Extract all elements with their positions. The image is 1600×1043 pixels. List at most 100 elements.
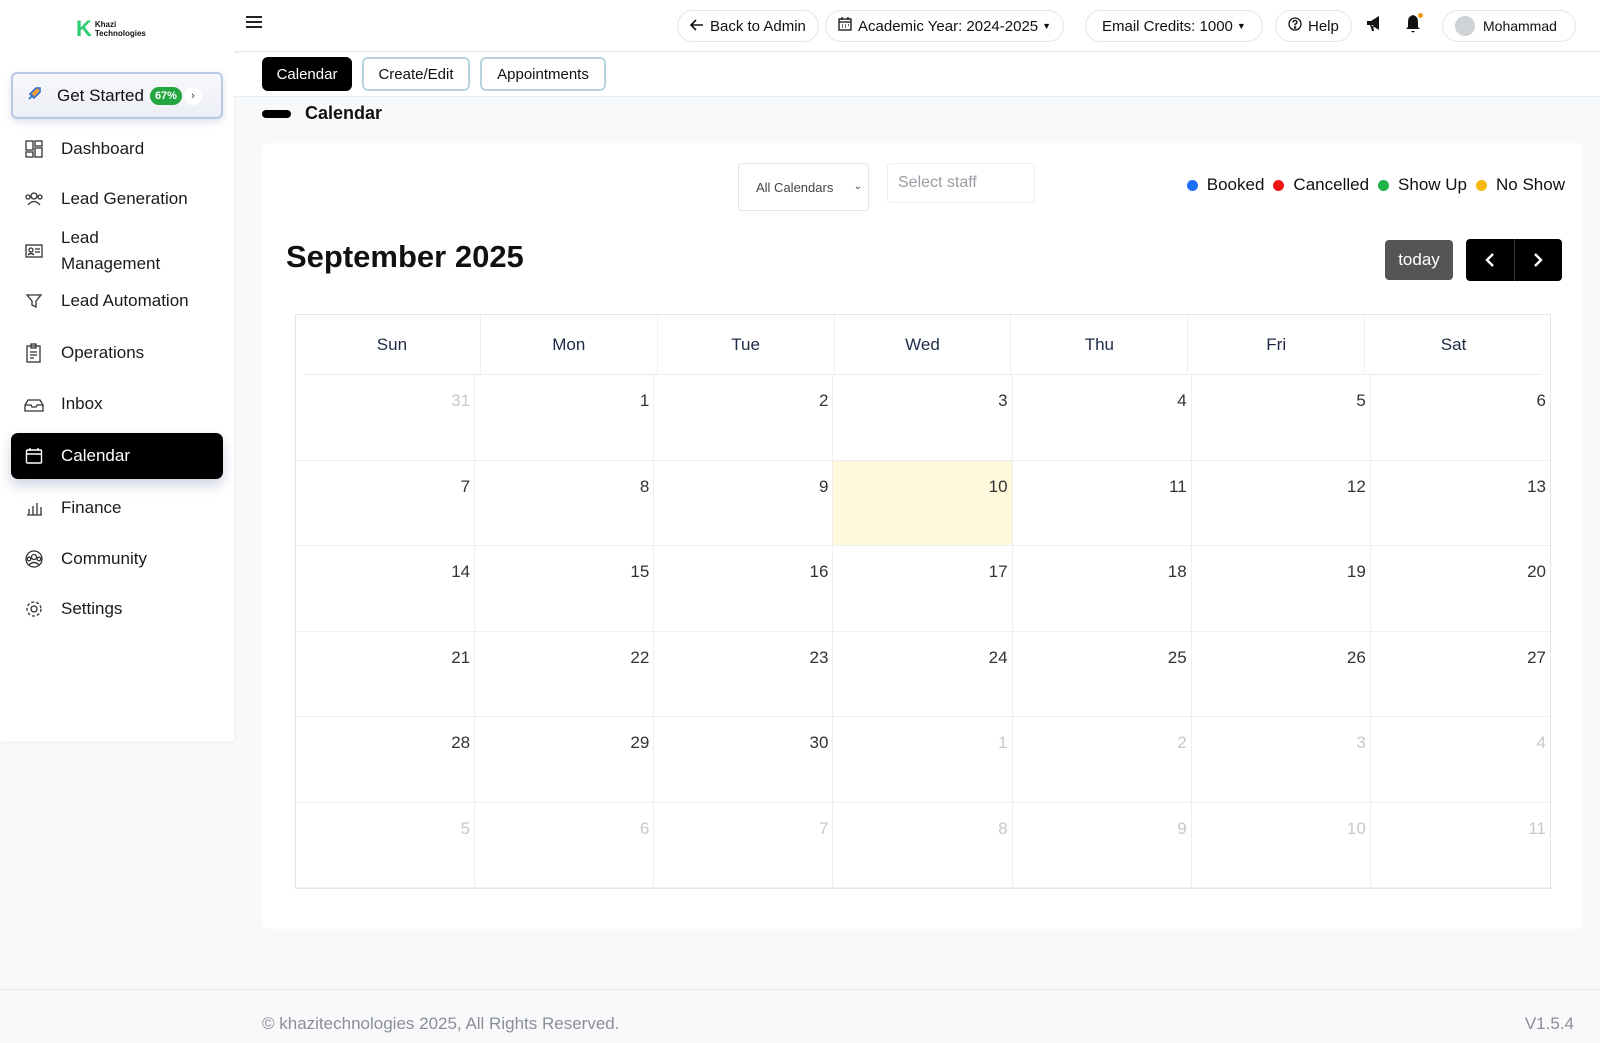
staff-select-input[interactable]: Select staff	[887, 163, 1035, 203]
chevron-right-icon[interactable]: ›	[183, 86, 202, 105]
sidebar-item-label: Operations	[61, 343, 145, 362]
day-cell[interactable]: 4	[1370, 717, 1550, 803]
help-circle-icon	[1288, 17, 1308, 35]
day-cell[interactable]: 25	[1012, 631, 1192, 717]
sidebar-item-dashboard[interactable]: Dashboard	[11, 132, 223, 166]
sidebar-item-inbox[interactable]: Inbox	[11, 387, 223, 421]
day-cell[interactable]: 2	[654, 375, 834, 461]
day-cell[interactable]: 17	[833, 546, 1013, 632]
section-accent-bar	[262, 109, 291, 118]
day-cell[interactable]: 1	[833, 717, 1013, 803]
day-cell[interactable]: 13	[1370, 461, 1550, 546]
day-cell[interactable]: 6	[1370, 375, 1550, 461]
day-cell[interactable]: 18	[1012, 546, 1192, 632]
notification-bell-icon[interactable]	[1401, 12, 1425, 36]
day-cell[interactable]: 14	[296, 546, 476, 632]
prev-month-button[interactable]	[1466, 239, 1515, 281]
sidebar-item-settings[interactable]: Settings	[11, 592, 223, 626]
day-cell[interactable]: 5	[296, 802, 476, 888]
calendar-card: All Calendars ⌄ Select staff Booked Cance…	[262, 143, 1583, 929]
day-cell[interactable]: 5	[1191, 375, 1371, 461]
day-number: 16	[809, 562, 829, 581]
day-cell[interactable]: 2	[1012, 717, 1192, 803]
rocket-icon	[27, 85, 43, 106]
notification-dot	[1418, 13, 1423, 18]
day-cell-today[interactable]: 10	[833, 460, 1013, 546]
day-cell[interactable]: 8	[833, 802, 1013, 888]
sidebar-item-label: Dashboard	[61, 139, 145, 158]
users-icon	[23, 188, 45, 210]
day-cell[interactable]: 27	[1370, 632, 1550, 717]
sidebar-item-calendar[interactable]: Calendar	[11, 433, 223, 479]
weekday-label: Thu	[1011, 315, 1189, 374]
get-started-label: Get Started	[57, 85, 144, 105]
clipboard-icon	[23, 342, 45, 364]
day-cell[interactable]: 8	[475, 460, 655, 546]
academic-year-dropdown[interactable]: Academic Year: 2024-2025 ▼	[825, 10, 1065, 42]
day-cell[interactable]: 19	[1191, 546, 1371, 632]
day-number: 9	[1177, 818, 1187, 838]
legend-dot	[1476, 179, 1488, 191]
sidebar-item-operations[interactable]: Operations	[11, 336, 223, 370]
back-to-admin-button[interactable]: Back to Admin	[677, 10, 819, 42]
day-number: 22	[630, 647, 650, 667]
day-cell[interactable]: 12	[1191, 460, 1371, 546]
sidebar-item-lead-management[interactable]: Lead Management	[11, 226, 223, 276]
weekday-label: Tue	[658, 315, 835, 374]
calendar-select-value: All Calendars	[756, 179, 834, 195]
user-menu[interactable]: Mohammad	[1442, 10, 1576, 42]
day-cell[interactable]: 24	[833, 631, 1013, 717]
day-cell[interactable]: 3	[833, 375, 1013, 461]
day-cell[interactable]: 30	[654, 717, 834, 803]
day-cell[interactable]: 7	[296, 460, 476, 546]
megaphone-icon[interactable]	[1363, 12, 1387, 36]
help-button[interactable]: Help	[1275, 10, 1352, 42]
email-credits-dropdown[interactable]: Email Credits: 1000 ▼	[1085, 10, 1263, 42]
sidebar-item-lead-automation[interactable]: Lead Automation	[11, 284, 223, 318]
sidebar-item-community[interactable]: Community	[11, 542, 223, 576]
day-cell[interactable]: 28	[296, 717, 476, 803]
day-cell[interactable]: 31	[296, 375, 476, 461]
day-cell[interactable]: 20	[1370, 546, 1550, 632]
next-month-button[interactable]	[1515, 239, 1563, 281]
chevron-right-icon	[1534, 253, 1543, 267]
staff-placeholder: Select staff	[898, 174, 977, 191]
sidebar-item-finance[interactable]: Finance	[11, 491, 223, 525]
day-number: 5	[460, 818, 471, 838]
day-cell[interactable]: 6	[475, 802, 655, 888]
email-credits-label: Email Credits: 1000	[1102, 17, 1233, 35]
day-cell[interactable]: 7	[654, 802, 834, 888]
day-cell[interactable]: 23	[654, 631, 834, 717]
sidebar-item-label: Lead Automation	[61, 291, 189, 310]
brand-logo[interactable]: K Khazi Technologies	[76, 18, 146, 40]
day-cell[interactable]: 9	[654, 460, 834, 546]
weekday-label: Fri	[1188, 315, 1366, 374]
day-number: 18	[1167, 562, 1187, 581]
day-cell[interactable]: 11	[1012, 460, 1192, 546]
hamburger-menu-icon[interactable]	[246, 14, 264, 32]
day-number: 9	[818, 476, 829, 496]
day-cell[interactable]: 22	[475, 631, 655, 717]
calendar-select[interactable]: All Calendars ⌄	[738, 163, 869, 211]
day-cell[interactable]: 1	[475, 375, 655, 461]
day-cell[interactable]: 16	[654, 546, 834, 632]
day-cell[interactable]: 29	[475, 717, 655, 803]
tab-appointments[interactable]: Appointments	[480, 57, 606, 91]
sidebar-item-lead-generation[interactable]: Lead Generation	[11, 182, 223, 216]
today-button[interactable]: today	[1385, 240, 1453, 280]
month-title: September 2025	[286, 239, 524, 274]
day-cell[interactable]: 11	[1370, 803, 1550, 888]
day-cell[interactable]: 4	[1012, 375, 1192, 461]
day-cell[interactable]: 9	[1012, 802, 1192, 888]
tab-create-edit[interactable]: Create/Edit	[362, 57, 470, 91]
tab-calendar[interactable]: Calendar	[262, 57, 352, 91]
sidebar-item-label: Calendar	[61, 446, 130, 465]
day-cell[interactable]: 21	[296, 631, 476, 717]
day-cell[interactable]: 15	[475, 546, 655, 632]
legend-dot	[1273, 179, 1285, 191]
get-started-button[interactable]: Get Started 67% ›	[11, 72, 223, 119]
day-cell[interactable]: 3	[1191, 717, 1371, 803]
day-cell[interactable]: 26	[1191, 631, 1371, 717]
day-cell[interactable]: 10	[1191, 802, 1371, 888]
sidebar-item-label: Lead Management	[61, 228, 161, 273]
